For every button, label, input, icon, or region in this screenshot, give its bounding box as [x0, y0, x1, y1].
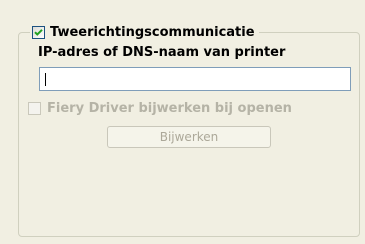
- update-driver-checkbox[interactable]: [28, 101, 41, 115]
- update-driver-label: Fiery Driver bijwerken bij openen: [47, 100, 292, 116]
- printer-address-label: IP-adres of DNS-naam van printer: [38, 45, 286, 60]
- two-way-communication-checkbox[interactable]: [32, 25, 45, 39]
- text-caret: [45, 73, 46, 86]
- two-way-communication-header: Tweerichtingscommunicatie: [30, 22, 259, 42]
- two-way-communication-label: Tweerichtingscommunicatie: [50, 24, 255, 40]
- update-button[interactable]: Bijwerken: [107, 126, 271, 148]
- checkmark-icon: [34, 28, 43, 36]
- update-driver-row: Fiery Driver bijwerken bij openen: [28, 99, 292, 117]
- printer-address-input[interactable]: [39, 67, 351, 91]
